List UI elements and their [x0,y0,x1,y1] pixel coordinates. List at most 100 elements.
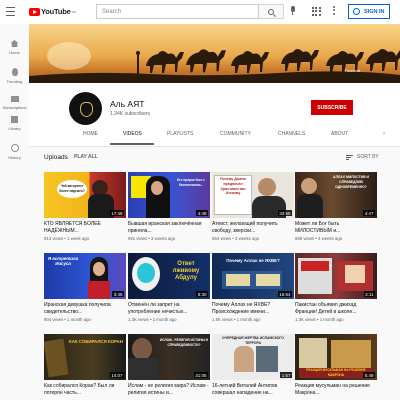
video-thumbnail[interactable]: КАК СОБИРАЛСЯ КОРАН 14:07 [44,334,126,380]
facebook-link[interactable]: Facebook [345,69,360,73]
view-count: 1.3K views [128,317,149,322]
video-thumbnail[interactable]: РЕАКЦИЯ МУСУЛЬМАН НА РЕШЕНИЕ МАКРОНА 5:4… [295,334,377,380]
video-thumbnail[interactable]: 3:11 [295,253,377,299]
video-duration: 33:55 [277,210,292,216]
upload-age: 1 month ago [152,317,177,322]
view-count: 1.3K views [295,317,316,322]
video-duration: 4:47 [363,210,375,216]
youtube-play-icon [29,7,40,16]
video-title[interactable]: Может ли Бог быть МИЛОСТИВЫМ и... [295,221,377,234]
subscriptions-icon [10,96,19,102]
sort-icon[interactable] [346,155,353,160]
search-button[interactable] [259,4,284,19]
library-icon [11,116,18,123]
more-options-icon[interactable] [333,6,336,17]
tab-channels[interactable]: CHANNELS [278,131,305,137]
video-thumbnail[interactable]: Его пророк был с бесполезным... 4:48 [128,172,210,218]
sidebar-item-label: Trending [6,79,23,84]
search-icon [268,9,274,15]
sidebar-item-library[interactable]: Library [0,116,29,131]
view-count: 654 views [212,236,232,241]
video-meta: 654 views • 3 weeks ago [212,236,260,241]
menu-icon[interactable] [6,7,15,16]
upload-age: 1 month ago [319,317,344,322]
video-title[interactable]: Отменён ли запрет на употребление нечист… [128,302,210,315]
video-duration: 3:11 [363,291,375,297]
video-title[interactable]: 16-летний Виталий Антипов совершал напад… [212,383,294,396]
video-duration: 31:05 [193,372,208,378]
sort-by-button[interactable]: SORT BY [357,154,379,160]
video-meta: 813 views • 1 week ago [44,236,89,241]
logo-text: YouTube [41,7,71,16]
sidebar-item-trending[interactable]: Trending [0,68,29,84]
thumbnail-text: Чей авторитет более надежен? [59,184,85,193]
thumbnail-text: Почему Аллах не ЯХВЕ? [226,258,280,263]
video-duration: 1:57 [280,372,292,378]
subscribe-button[interactable]: SUBSCRIBE [311,100,353,115]
sidebar-item-label: History [8,155,21,160]
thumbnail-text: АЛЛАХ МИЛОСТИВ И СПРАВЕДЛИВ ОДНОВРЕМЕННО… [333,175,369,189]
view-count: 904 views [44,317,64,322]
video-title[interactable]: Атеист, желающий получить свободу, зверс… [212,221,294,234]
video-title[interactable]: Как собирался Коран? Был ли потерян част… [44,383,126,396]
sidebar-item-subscriptions[interactable]: Subscriptions [0,96,29,110]
video-thumbnail[interactable]: ИСЛАМ - РЕЛИГИЯ ИСТИНЫ И СПРАВЕДЛИВОСТИ?… [128,334,210,380]
tab-videos[interactable]: VIDEOS [123,131,142,137]
video-thumbnail[interactable]: Почему Джалл предпочёл Христианство Атеи… [212,172,294,218]
upload-age: 3 weeks ago [151,236,176,241]
video-thumbnail[interactable]: Чей авторитет более надежен? 17:48 [44,172,126,218]
uploads-heading: Uploads [44,154,68,161]
top-bar: YouTube RU Search SIGN IN [0,0,400,24]
video-title[interactable]: Иранская девушка получила свидетельство.… [44,302,126,315]
chevron-right-icon[interactable]: › [383,131,385,137]
camel-caravan-image [29,42,400,83]
sidebar-item-label: Home [9,50,20,55]
active-tab-indicator [110,143,154,145]
channel-avatar[interactable] [69,92,102,125]
sidebar: Home Trending Subscriptions Library Hist… [0,24,29,400]
logo-country: RU [71,9,76,14]
play-all-button[interactable]: PLAY ALL [74,154,98,160]
upload-age: 1 month ago [67,317,91,322]
sidebar-item-history[interactable]: History [0,144,29,160]
channel-name: Аль АЯТ [110,99,145,109]
sidebar-item-home[interactable]: Home [0,40,29,55]
video-thumbnail[interactable]: ОЧЕРЕДНАЯ ЖЕРТВА ИСЛАМСКОГО ТЕРРОРА 1:57 [212,334,294,380]
sidebar-item-label: Library [8,126,21,131]
video-title[interactable]: Пакистан объявил джихад Франции! Детей в… [295,302,377,315]
tab-community[interactable]: COMMUNITY [220,131,251,137]
video-title[interactable]: Реакция мусульман на решение Макрона... [295,383,377,396]
video-thumbnail[interactable]: Почему Аллах не ЯХВЕ? 16:54 [212,253,294,299]
view-count: 991 views [128,236,148,241]
apps-icon[interactable] [312,7,321,16]
video-title[interactable]: Ислам - не религия мира? Ислам - религия… [128,383,210,396]
youtube-logo[interactable]: YouTube RU [29,7,76,16]
tab-home[interactable]: HOME [83,131,98,137]
sign-in-label: SIGN IN [364,8,385,15]
video-meta: 1.3K views • 1 month ago [295,317,344,322]
upload-age: 1 week ago [67,236,89,241]
video-duration: 3:46 [112,291,124,297]
thumbnail-text: РЕАКЦИЯ МУСУЛЬМАН НА РЕШЕНИЕ МАКРОНА [299,368,373,378]
user-icon [353,8,360,15]
video-thumbnail[interactable]: Ответ лживому Абдулу 8:30 [128,253,210,299]
video-thumbnail[interactable]: АЛЛАХ МИЛОСТИВ И СПРАВЕДЛИВ ОДНОВРЕМЕННО… [295,172,377,218]
subscriber-count: 1.34K subscribers [110,111,151,117]
video-meta: 904 views • 1 month ago [44,317,91,322]
tab-about[interactable]: ABOUT [331,131,348,137]
trending-icon [11,68,18,76]
video-duration: 14:07 [109,372,124,378]
video-thumbnail[interactable]: Я встретила Иисуса 3:46 [44,253,126,299]
video-duration: 17:48 [109,210,124,216]
sidebar-item-label: Subscriptions [2,105,27,110]
sign-in-button[interactable]: SIGN IN [348,4,390,19]
view-count: 695 views [295,236,315,241]
video-title[interactable]: КТО ЯВЛЯЕТСЯ БОЛЕЕ НАДЁЖНЫМ... [44,221,126,234]
channel-tabs: HOME VIDEOS PLAYLISTS COMMUNITY CHANNELS… [29,126,400,146]
video-title[interactable]: Почему Аллах не ЯХВЕ? Происхождение имен… [212,302,294,315]
view-count: 1.6K views [212,317,233,322]
search-input[interactable]: Search [96,4,259,19]
microphone-icon[interactable] [290,6,295,17]
tab-playlists[interactable]: PLAYLISTS [167,131,193,137]
video-title[interactable]: Бывшая иранская заключённая приняла... [128,221,210,234]
